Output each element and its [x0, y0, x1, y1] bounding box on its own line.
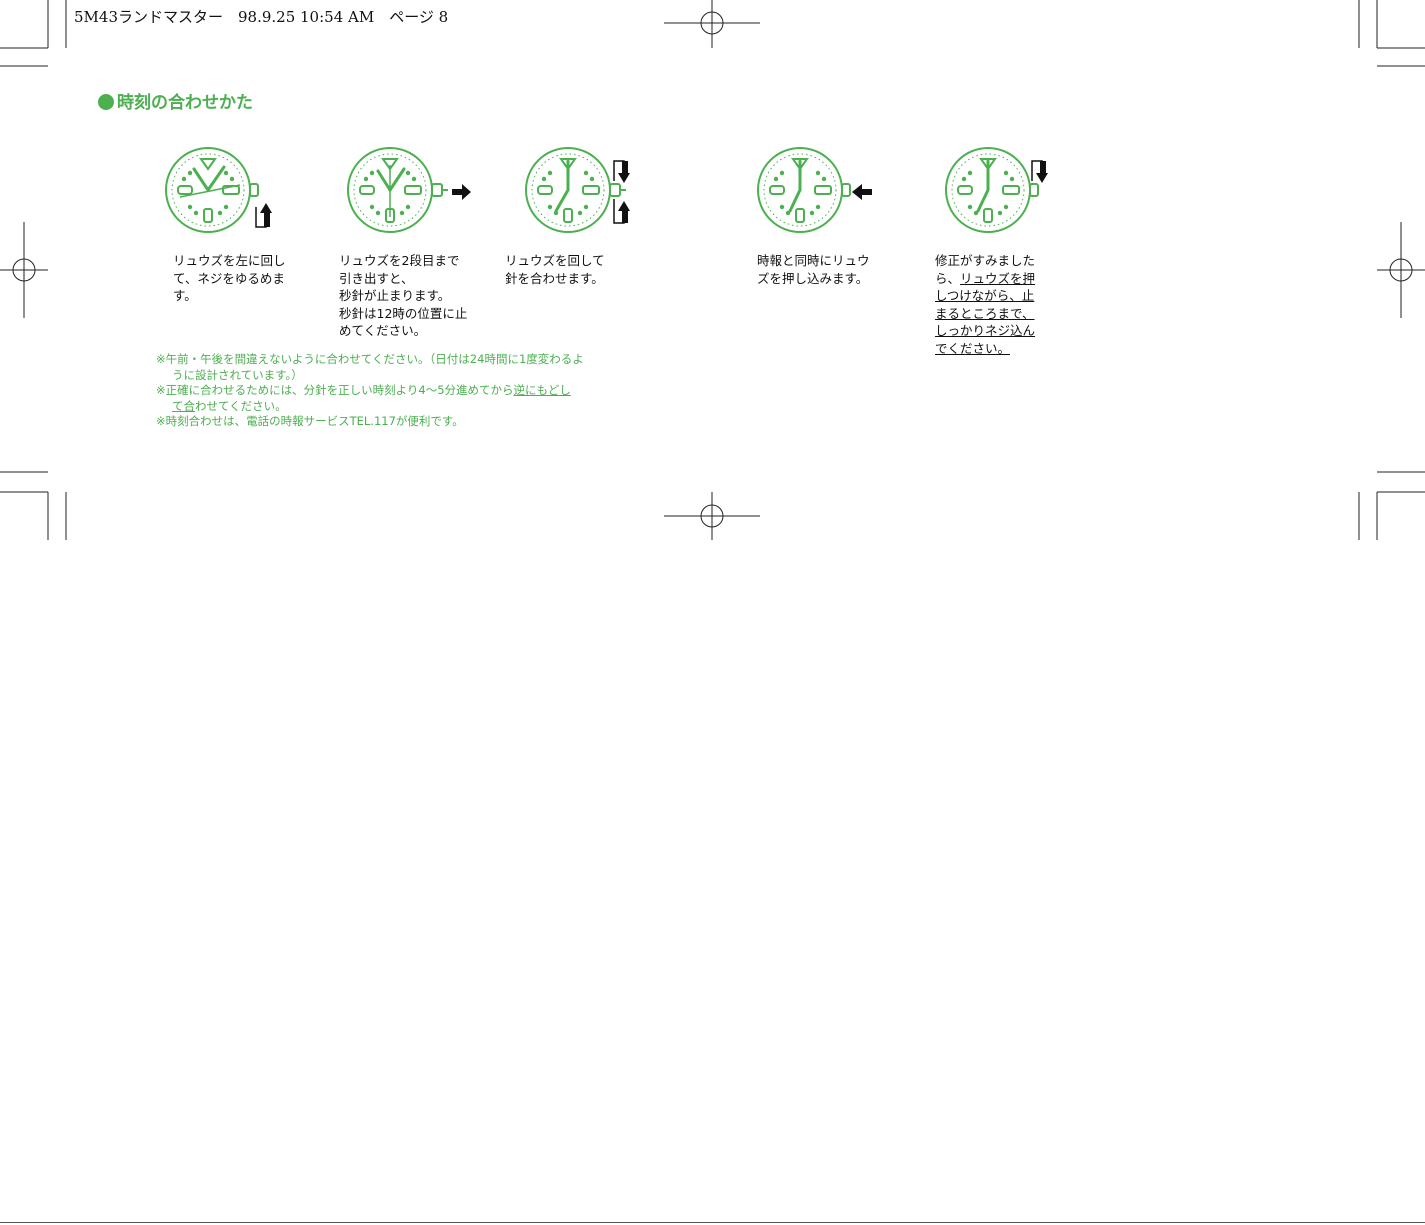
- note-line: うに設計されています。）: [172, 367, 303, 382]
- caption-line-underlined: しつけながら、止: [935, 288, 1035, 303]
- caption-line: リュウズを2段目まで: [339, 253, 460, 268]
- notes-block: ※午前・午後を間違えないように合わせてください。（日付は24時間に1度変わるよ …: [156, 352, 584, 430]
- step-3-caption: リュウズを回して 針を合わせます。: [505, 252, 605, 287]
- caption-line: リュウズを左に回し: [173, 253, 286, 268]
- step-5-caption: 修正がすみました ら、リュウズを押 しつけながら、止 まるところまで、 しっかり…: [935, 252, 1035, 357]
- crosshair-registration-mark: [0, 222, 48, 318]
- caption-line: て、ネジをゆるめま: [173, 270, 285, 286]
- caption-line: 引き出すと、: [339, 270, 414, 286]
- note-line: ※午前・午後を間違えないように合わせてください。（日付は24時間に1度変わるよ: [156, 352, 584, 366]
- step-1-caption: リュウズを左に回し て、ネジをゆるめま す。: [173, 252, 286, 305]
- caption-line: 時報と同時にリュウ: [757, 253, 870, 268]
- caption-line: 秒針は12時の位置に止: [339, 305, 468, 321]
- step-2-caption: リュウズを2段目まで 引き出すと、 秒針が止まります。 秒針は12時の位置に止 …: [339, 252, 467, 340]
- caption-line: めてください。: [339, 323, 427, 338]
- arrow-left-icon: [852, 184, 872, 200]
- rotate-arrow-icon: [1031, 160, 1048, 183]
- caption-line: 修正がすみました: [935, 253, 1036, 268]
- caption-line: リュウズを回して: [505, 253, 605, 268]
- section-title: 時刻の合わせかた: [98, 88, 253, 113]
- watch-step-4-icon: [757, 147, 872, 233]
- caption-line: 針を合わせます。: [505, 270, 604, 286]
- caption-line: ズを押し込みます。: [757, 270, 869, 286]
- note-line: わせてください。: [195, 398, 287, 413]
- watch-step-3-icon: [525, 147, 630, 233]
- note-line-underlined: て合: [172, 398, 195, 413]
- arrow-right-icon: [452, 184, 471, 200]
- caption-line-underlined: でください。: [935, 340, 1011, 356]
- step-4-caption: 時報と同時にリュウ ズを押し込みます。: [757, 252, 870, 287]
- caption-line-underlined: まるところまで、: [935, 305, 1035, 321]
- caption-line: す。: [173, 288, 197, 303]
- note-line: ※正確に合わせるためには、分針を正しい時刻より4〜5分進めてから: [156, 383, 514, 397]
- note-line-underlined: 逆にもどし: [513, 383, 571, 397]
- note-line: ※時刻合わせは、電話の時報サービスTEL.117が便利です。: [156, 414, 464, 428]
- caption-line: 秒針が止まります。: [339, 288, 451, 303]
- watch-step-5-icon: [945, 147, 1048, 233]
- bottom-rule: [0, 1222, 1425, 1223]
- section-title-text: 時刻の合わせかた: [117, 93, 253, 113]
- rotate-arrow-icon: [255, 203, 272, 228]
- watch-step-2-icon: [347, 147, 471, 233]
- crosshair-registration-mark: [664, 492, 760, 540]
- green-bullet-icon: [98, 94, 114, 110]
- watch-step-1-icon: [165, 147, 272, 233]
- crosshair-registration-mark: [664, 0, 760, 48]
- caption-line: ら、: [935, 270, 961, 286]
- caption-line-underlined: しっかりネジ込ん: [935, 323, 1036, 338]
- rotate-arrow-icon: [613, 160, 630, 224]
- crosshair-registration-mark: [1377, 222, 1425, 318]
- page-header: 5M43ランドマスター 98.9.25 10:54 AM ページ 8: [74, 8, 449, 26]
- caption-line-underlined: リュウズを押: [960, 270, 1036, 286]
